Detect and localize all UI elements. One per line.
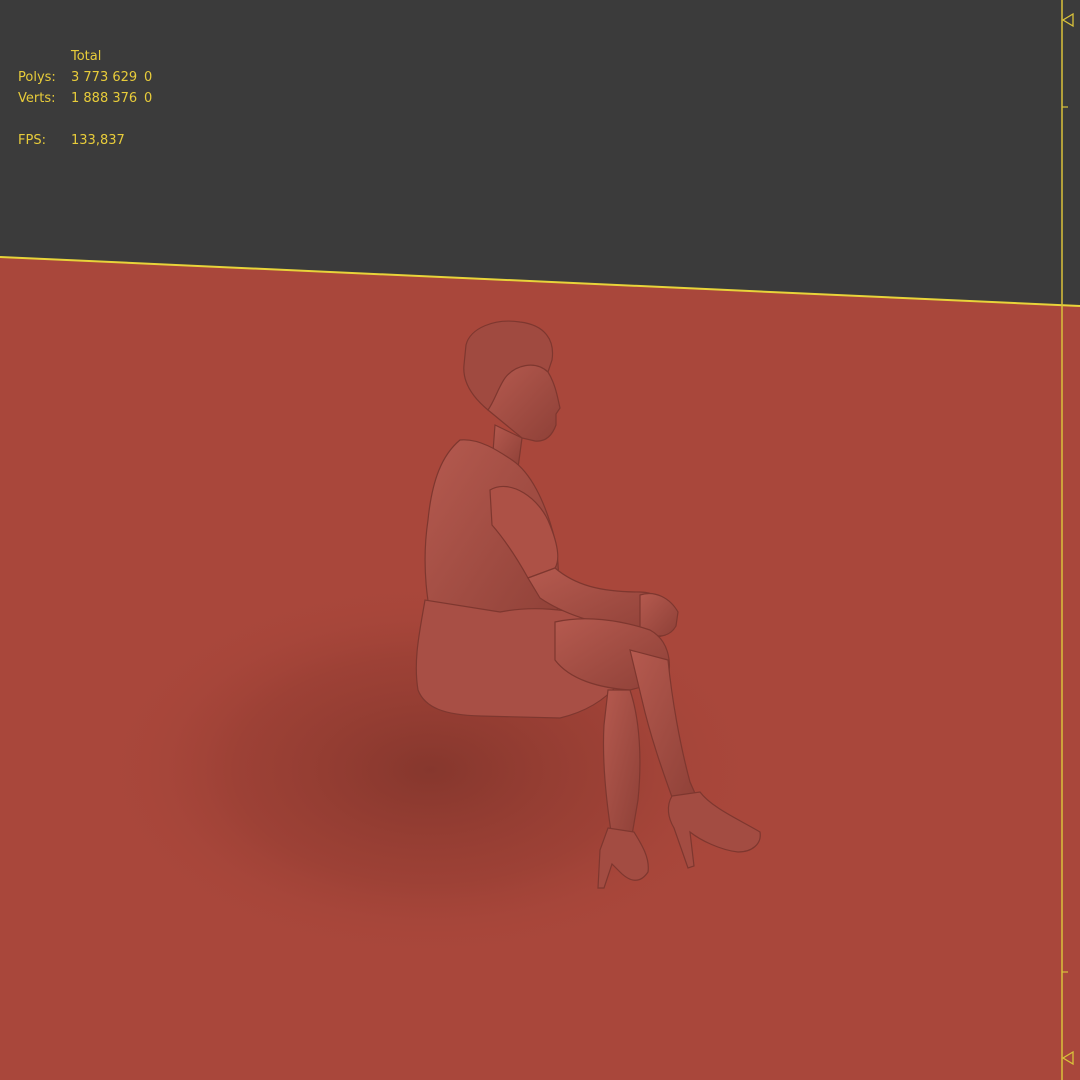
polys-label: Polys: [18,70,56,85]
fps-value: 133,837 [71,133,125,148]
verts-total: 1 888 376 [71,91,138,106]
polys-total: 3 773 629 [71,70,138,85]
polys-selected: 0 [144,70,153,85]
viewport-scene[interactable] [0,0,1080,1080]
stats-total-header: Total [71,49,102,64]
perspective-viewport[interactable]: Total Polys: 3 773 629 0 Verts: 1 888 37… [0,0,1080,1080]
ruler-top-marker-icon[interactable] [1061,12,1074,28]
verts-selected: 0 [144,91,153,106]
fps-label: FPS: [18,133,46,148]
verts-label: Verts: [18,91,56,106]
figure-back-leg [602,689,641,839]
